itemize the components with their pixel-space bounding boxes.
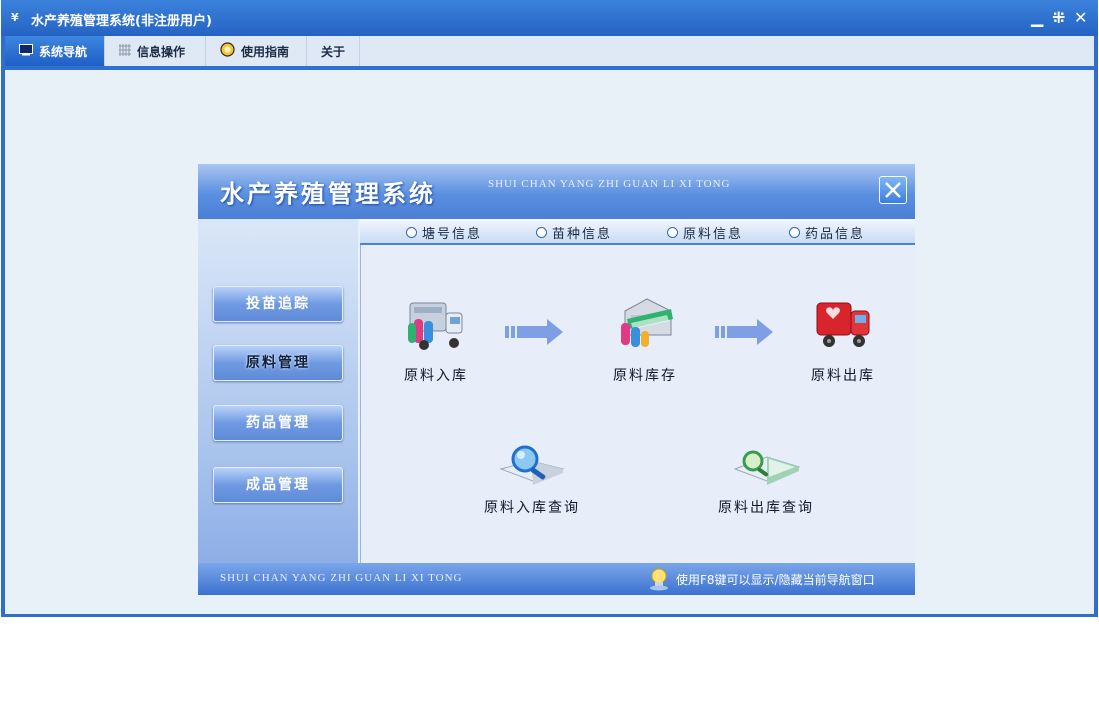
close-button[interactable]: ✕ — [1074, 8, 1087, 28]
radio-pond-info[interactable]: 塘号信息 — [406, 223, 482, 242]
radio-medicine-info[interactable]: 药品信息 — [789, 223, 865, 242]
panel-footer: SHUI CHAN YANG ZHI GUAN LI XI TONG 使用F8键… — [198, 563, 915, 595]
grid-icon — [119, 43, 131, 59]
footer-pinyin: SHUI CHAN YANG ZHI GUAN LI XI TONG — [220, 572, 463, 584]
footer-hint: 使用F8键可以显示/隐藏当前导航窗口 — [676, 573, 875, 587]
app-logo-icon: ¥ — [11, 11, 19, 24]
tab-about[interactable]: 关于 — [307, 36, 360, 66]
radio-icon — [406, 227, 417, 238]
panel-sidebar: 投苗追踪 原料管理 药品管理 成品管理 — [198, 219, 358, 563]
flow-arrow-icon — [715, 319, 773, 345]
info-tab-bar: 塘号信息 苗种信息 原料信息 药品信息 — [360, 219, 915, 245]
tab-label: 信息操作 — [137, 44, 186, 59]
radio-icon — [536, 227, 547, 238]
delivery-truck-icon — [408, 302, 463, 350]
magnifier-book-icon — [499, 445, 565, 485]
help-icon — [220, 42, 235, 60]
sidebar-item-medicine-management[interactable]: 药品管理 — [213, 405, 343, 441]
minimize-button[interactable]: ▁ — [1031, 8, 1043, 28]
navigation-panel: 水产养殖管理系统 SHUI CHAN YANG ZHI GUAN LI XI T… — [198, 164, 916, 595]
flow-node-material-out-query[interactable]: 原料出库查询 — [711, 439, 821, 517]
panel-close-button[interactable] — [879, 176, 907, 204]
radio-icon — [667, 227, 678, 238]
tab-user-guide[interactable]: 使用指南 — [206, 36, 307, 66]
monitor-icon — [19, 43, 33, 59]
radio-icon — [789, 227, 800, 238]
flow-arrow-icon — [505, 319, 563, 345]
flow-node-material-in[interactable]: 原料入库 — [401, 293, 471, 385]
flow-node-material-in-query[interactable]: 原料入库查询 — [477, 439, 587, 517]
radio-material-info[interactable]: 原料信息 — [667, 223, 743, 242]
flow-node-material-out[interactable]: 原料出库 — [805, 293, 881, 385]
radio-fry-info[interactable]: 苗种信息 — [536, 223, 612, 242]
window-title: 水产养殖管理系统(非注册用户) — [31, 14, 212, 29]
warehouse-icon — [621, 298, 673, 347]
tab-label: 关于 — [320, 44, 345, 59]
title-bar[interactable]: ¥ 水产养殖管理系统(非注册用户) ▁ ⁜ ✕ — [1, 0, 1098, 36]
flow-content: 原料入库 原料库存 原料出库 原料入库查询 原料出库查询 — [360, 245, 916, 563]
sidebar-item-product-management[interactable]: 成品管理 — [213, 467, 343, 503]
red-truck-icon — [816, 302, 870, 347]
tab-system-navigation[interactable]: 系统导航 — [5, 36, 105, 66]
tab-info-operations[interactable]: 信息操作 — [105, 36, 206, 66]
panel-title: 水产养殖管理系统 — [220, 179, 436, 208]
lightbulb-icon — [650, 568, 668, 591]
search-book-icon — [733, 450, 801, 485]
sidebar-item-material-management[interactable]: 原料管理 — [213, 345, 343, 381]
menu-bar: 系统导航 信息操作 使用指南 关于 — [5, 36, 1094, 66]
tab-label: 系统导航 — [39, 44, 88, 59]
flow-node-material-stock[interactable]: 原料库存 — [607, 293, 683, 385]
close-icon — [885, 182, 901, 198]
sidebar-item-seedling-tracking[interactable]: 投苗追踪 — [213, 286, 343, 322]
restore-button[interactable]: ⁜ — [1052, 8, 1065, 28]
tab-label: 使用指南 — [241, 44, 290, 59]
panel-header: 水产养殖管理系统 SHUI CHAN YANG ZHI GUAN LI XI T… — [198, 164, 915, 219]
panel-subtitle: SHUI CHAN YANG ZHI GUAN LI XI TONG — [488, 178, 731, 190]
